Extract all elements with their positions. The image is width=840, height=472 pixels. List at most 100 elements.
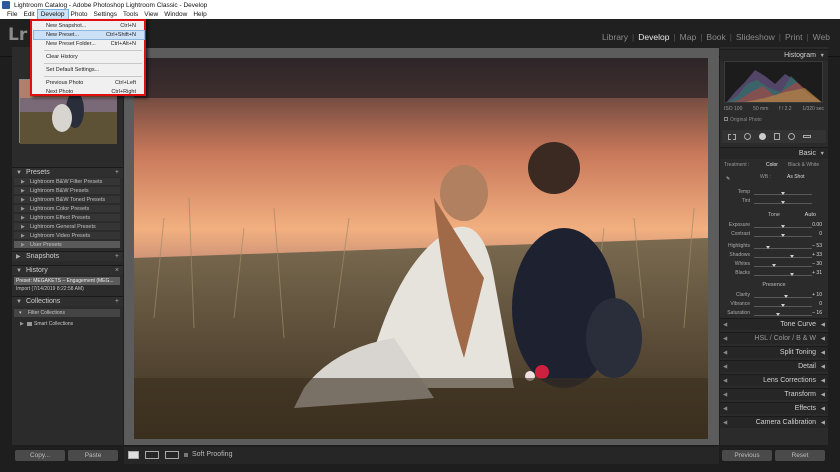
preset-folder[interactable]: ▶ Lightroom B&W Toned Presets	[14, 196, 120, 204]
preset-folder[interactable]: ▶ Lightroom General Presets	[14, 223, 120, 231]
module-map[interactable]: Map	[676, 32, 701, 42]
previous-button[interactable]: Previous	[722, 450, 772, 461]
soft-proofing-checkbox[interactable]	[184, 453, 188, 457]
spot-removal-icon[interactable]	[744, 133, 751, 140]
detail-header[interactable]: ◀ Detail ◀	[720, 360, 828, 372]
wb-select[interactable]: As Shot	[787, 174, 805, 180]
preset-folder-user[interactable]: ▶ User Presets	[14, 241, 120, 249]
histogram-graph[interactable]	[724, 61, 823, 103]
slider-knob[interactable]	[781, 225, 785, 228]
menu-item-new-preset[interactable]: New Preset... Ctrl+Shift+N	[33, 30, 145, 40]
copy-button[interactable]: Copy...	[15, 450, 65, 461]
camera-calibration-header[interactable]: ◀ Camera Calibration ◀	[720, 416, 828, 428]
menu-help[interactable]: Help	[190, 10, 209, 19]
slider-knob[interactable]	[781, 304, 785, 307]
slider-value[interactable]: 0	[819, 301, 822, 307]
slider-track[interactable]	[754, 266, 812, 267]
snapshots-header[interactable]: ▶ Snapshots +	[12, 251, 123, 261]
slider-track[interactable]	[754, 248, 812, 249]
treatment-color[interactable]: Color	[766, 162, 778, 168]
preset-folder[interactable]: ▶ Lightroom Color Presets	[14, 205, 120, 213]
presets-header[interactable]: ▼ Presets +	[12, 167, 123, 177]
slider-knob[interactable]	[781, 201, 785, 204]
effects-header[interactable]: ◀ Effects ◀	[720, 402, 828, 414]
history-step[interactable]: Import (7/14/2019 8:22:58 AM)	[14, 285, 120, 293]
slider-value[interactable]: – 30	[812, 261, 822, 267]
slider-value[interactable]: – 16	[812, 310, 822, 316]
module-web[interactable]: Web	[809, 32, 834, 42]
module-develop[interactable]: Develop	[634, 32, 673, 42]
transform-header[interactable]: ◀ Transform ◀	[720, 388, 828, 400]
menu-item-next-photo[interactable]: Next Photo Ctrl+Right	[34, 88, 144, 96]
slider-value[interactable]: 0	[819, 231, 822, 237]
slider-value[interactable]: – 53	[812, 243, 822, 249]
graduated-filter-icon[interactable]	[774, 133, 780, 140]
menu-item-clear-history[interactable]: Clear History	[34, 53, 144, 61]
module-library[interactable]: Library	[598, 32, 632, 42]
slider-whites[interactable]: Whites – 30	[724, 261, 824, 269]
before-after-split-icon[interactable]	[165, 451, 179, 459]
menu-file[interactable]: File	[4, 10, 20, 19]
menu-tools[interactable]: Tools	[120, 10, 141, 19]
preset-folder[interactable]: ▶ Lightroom B&W Filter Presets	[14, 178, 120, 186]
tone-curve-header[interactable]: ◀ Tone Curve ◀	[720, 318, 828, 330]
radial-filter-icon[interactable]	[788, 133, 795, 140]
slider-shadows[interactable]: Shadows + 33	[724, 252, 824, 260]
slider-value[interactable]: + 10	[812, 292, 822, 298]
slider-temp[interactable]: Temp	[724, 189, 824, 197]
menu-item-set-default[interactable]: Set Default Settings...	[34, 66, 144, 74]
eyedropper-icon[interactable]: ✎	[726, 176, 730, 182]
menu-develop[interactable]: Develop	[36, 9, 69, 20]
slider-knob[interactable]	[790, 255, 795, 258]
slider-knob[interactable]	[781, 234, 785, 237]
tone-auto-button[interactable]: Auto	[805, 212, 816, 218]
slider-clarity[interactable]: Clarity + 10	[724, 292, 824, 300]
collection-smart[interactable]: ▶ Smart Collections	[14, 320, 120, 328]
before-after-view-icon[interactable]	[145, 451, 159, 459]
slider-knob[interactable]	[789, 273, 794, 276]
menu-item-new-snapshot[interactable]: New Snapshot... Ctrl+N	[34, 22, 144, 30]
menu-window[interactable]: Window	[161, 10, 190, 19]
slider-saturation[interactable]: Saturation – 16	[724, 310, 824, 318]
slider-highlights[interactable]: Highlights – 53	[724, 243, 824, 251]
slider-knob[interactable]	[781, 192, 785, 195]
clear-history-icon[interactable]: ×	[115, 266, 119, 276]
slider-exposure[interactable]: Exposure 0.00	[724, 222, 824, 230]
slider-knob[interactable]	[776, 313, 781, 316]
slider-vibrance[interactable]: Vibrance 0	[724, 301, 824, 309]
add-collection-icon[interactable]: +	[115, 297, 119, 307]
slider-track[interactable]	[754, 275, 812, 276]
slider-contrast[interactable]: Contrast 0	[724, 231, 824, 239]
reset-button[interactable]: Reset	[775, 450, 825, 461]
basic-header[interactable]: Basic ▼	[720, 147, 828, 159]
slider-tint[interactable]: Tint	[724, 198, 824, 206]
menu-view[interactable]: View	[141, 10, 161, 19]
adjustment-brush-icon[interactable]	[803, 135, 811, 138]
paste-button[interactable]: Paste	[68, 450, 118, 461]
split-toning-header[interactable]: ◀ Split Toning ◀	[720, 346, 828, 358]
module-print[interactable]: Print	[781, 32, 806, 42]
module-slideshow[interactable]: Slideshow	[732, 32, 779, 42]
histogram-header[interactable]: Histogram ▼	[720, 49, 828, 61]
preset-folder[interactable]: ▶ Lightroom Video Presets	[14, 232, 120, 240]
menu-item-new-preset-folder[interactable]: New Preset Folder... Ctrl+Alt+N	[34, 40, 144, 48]
add-preset-icon[interactable]: +	[115, 168, 119, 178]
hsl-header[interactable]: ◀ HSL / Color / B & W ◀	[720, 332, 828, 344]
menu-edit[interactable]: Edit	[20, 10, 37, 19]
menu-item-previous-photo[interactable]: Previous Photo Ctrl+Left	[34, 79, 144, 87]
menu-photo[interactable]: Photo	[68, 10, 91, 19]
slider-knob[interactable]	[765, 246, 770, 249]
preset-folder[interactable]: ▶ Lightroom Effect Presets	[14, 214, 120, 222]
original-photo-checkbox[interactable]: Original Photo	[724, 117, 762, 123]
slider-value[interactable]: + 33	[812, 252, 822, 258]
collections-header[interactable]: ▼ Collections +	[12, 296, 123, 306]
slider-knob[interactable]	[783, 295, 788, 298]
history-header[interactable]: ▼ History ×	[12, 265, 123, 275]
menu-settings[interactable]: Settings	[91, 10, 121, 19]
lens-corrections-header[interactable]: ◀ Lens Corrections ◀	[720, 374, 828, 386]
slider-track[interactable]	[754, 315, 812, 316]
slider-knob[interactable]	[772, 264, 777, 267]
preset-folder[interactable]: ▶ Lightroom B&W Presets	[14, 187, 120, 195]
treatment-bw[interactable]: Black & White	[788, 162, 819, 168]
slider-track[interactable]	[754, 257, 812, 258]
